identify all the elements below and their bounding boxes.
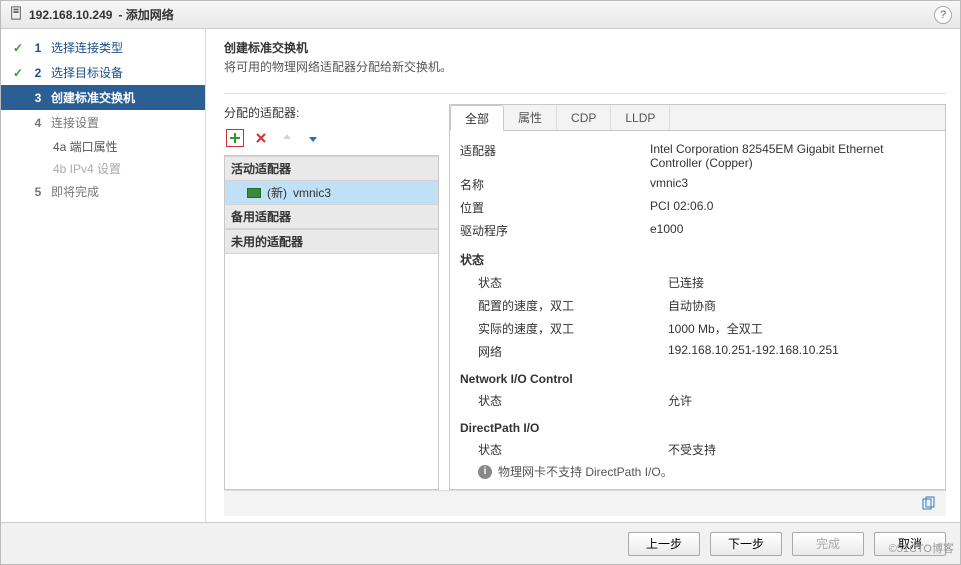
- details-column: 全部 属性 CDP LLDP 适配器Intel Corporation 8254…: [449, 104, 946, 490]
- next-button[interactable]: 下一步: [710, 532, 782, 556]
- v-act-speed: 1000 Mb，全双工: [668, 320, 935, 337]
- tabs: 全部 属性 CDP LLDP: [450, 105, 945, 131]
- tab-lldp[interactable]: LLDP: [611, 105, 670, 130]
- v-dp-status: 不受支持: [668, 441, 935, 458]
- main-panel: 创建标准交换机 将可用的物理网络适配器分配给新交换机。 分配的适配器:: [206, 29, 960, 522]
- check-icon: ✓: [11, 66, 25, 80]
- tab-cdp[interactable]: CDP: [557, 105, 611, 130]
- step-4[interactable]: 4 连接设置: [1, 110, 205, 135]
- group-unused[interactable]: 未用的适配器: [225, 229, 438, 254]
- info-icon: i: [478, 465, 492, 479]
- v-nioc-status: 允许: [668, 392, 935, 409]
- step-2[interactable]: ✓ 2 选择目标设备: [1, 60, 205, 85]
- add-adapter-button[interactable]: [226, 129, 244, 147]
- step-1[interactable]: ✓ 1 选择连接类型: [1, 35, 205, 60]
- substep-4a[interactable]: 4a 端口属性: [1, 135, 205, 157]
- assigned-adapters-label: 分配的适配器:: [224, 104, 439, 121]
- k-nioc-status: 状态: [478, 392, 668, 409]
- title-host: 192.168.10.249: [29, 8, 112, 22]
- directpath-info: i 物理网卡不支持 DirectPath I/O。: [460, 463, 935, 480]
- v-cfg-speed: 自动协商: [668, 297, 935, 314]
- group-active[interactable]: 活动适配器: [225, 156, 438, 181]
- directpath-info-text: 物理网卡不支持 DirectPath I/O。: [498, 463, 673, 480]
- move-up-button: [278, 129, 296, 147]
- k-location: 位置: [460, 199, 650, 216]
- move-down-button[interactable]: [304, 129, 322, 147]
- properties-panel[interactable]: 适配器Intel Corporation 82545EM Gigabit Eth…: [450, 131, 945, 489]
- tab-all[interactable]: 全部: [450, 105, 504, 131]
- v-adapter: Intel Corporation 82545EM Gigabit Ethern…: [650, 142, 935, 170]
- k-cfg-speed: 配置的速度，双工: [478, 297, 668, 314]
- copy-icon[interactable]: [920, 496, 936, 512]
- footer-strip: [224, 490, 946, 516]
- k-name: 名称: [460, 176, 650, 193]
- tab-properties[interactable]: 属性: [504, 105, 557, 130]
- substep-4b: 4b IPv4 设置: [1, 157, 205, 179]
- section-directpath: DirectPath I/O: [460, 418, 935, 438]
- step-5[interactable]: 5 即将完成: [1, 179, 205, 204]
- cancel-button[interactable]: 取消: [874, 532, 946, 556]
- k-status: 状态: [478, 274, 668, 291]
- finish-button: 完成: [792, 532, 864, 556]
- divider: [224, 93, 946, 94]
- v-name: vmnic3: [650, 176, 935, 193]
- back-button[interactable]: 上一步: [628, 532, 700, 556]
- adapters-column: 分配的适配器:: [224, 104, 439, 490]
- v-location: PCI 02:06.0: [650, 199, 935, 216]
- adapter-list: 活动适配器 (新) vmnic3 备用适配器 未用的适配器: [224, 155, 439, 490]
- adapter-name: vmnic3: [293, 186, 331, 200]
- help-button[interactable]: ?: [934, 6, 952, 24]
- adapter-toolbar: [224, 127, 439, 149]
- adapter-prefix: (新): [267, 184, 287, 201]
- v-driver: e1000: [650, 222, 935, 239]
- step-3[interactable]: 3 创建标准交换机: [1, 85, 205, 110]
- button-bar: 上一步 下一步 完成 取消: [1, 522, 960, 564]
- k-networks: 网络: [478, 343, 668, 360]
- nic-icon: [247, 188, 261, 198]
- section-nioc: Network I/O Control: [460, 369, 935, 389]
- adapter-item-vmnic3[interactable]: (新) vmnic3: [225, 181, 438, 204]
- k-adapter: 适配器: [460, 142, 650, 170]
- k-driver: 驱动程序: [460, 222, 650, 239]
- wizard-steps-sidebar: ✓ 1 选择连接类型 ✓ 2 选择目标设备 3 创建标准交换机 4 连接设置 4…: [1, 29, 206, 522]
- section-sriov: SR-IOV: [460, 486, 935, 489]
- group-standby[interactable]: 备用适配器: [225, 204, 438, 229]
- v-status: 已连接: [668, 274, 935, 291]
- page-title: 创建标准交换机: [224, 39, 946, 56]
- section-status: 状态: [460, 248, 935, 271]
- host-icon: [9, 6, 23, 23]
- page-subtitle: 将可用的物理网络适配器分配给新交换机。: [224, 58, 946, 75]
- titlebar: 192.168.10.249 - 添加网络 ?: [1, 1, 960, 29]
- v-networks: 192.168.10.251-192.168.10.251: [668, 343, 935, 360]
- remove-adapter-button[interactable]: [252, 129, 270, 147]
- k-dp-status: 状态: [478, 441, 668, 458]
- title-suffix: - 添加网络: [118, 6, 173, 23]
- k-act-speed: 实际的速度，双工: [478, 320, 668, 337]
- add-network-dialog: 192.168.10.249 - 添加网络 ? ✓ 1 选择连接类型 ✓ 2 选…: [0, 0, 961, 565]
- check-icon: ✓: [11, 41, 25, 55]
